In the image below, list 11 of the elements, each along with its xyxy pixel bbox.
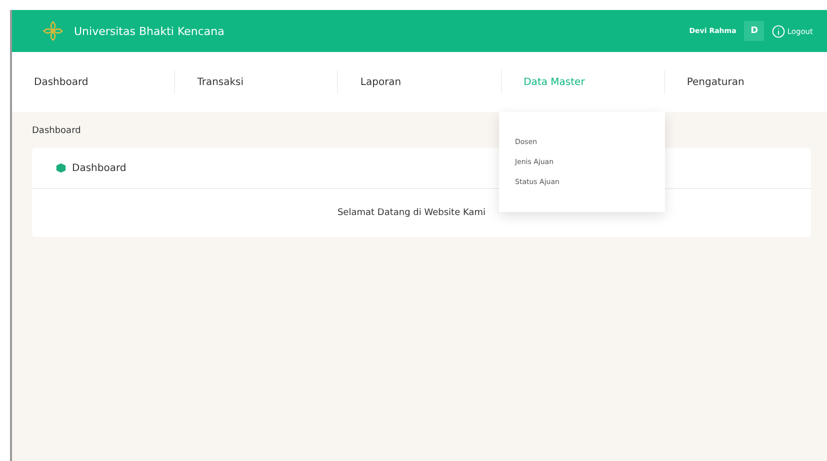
cube-icon — [56, 163, 66, 173]
site-title: Universitas Bhakti Kencana — [74, 24, 224, 38]
nav-tab[interactable]: Dashboard — [34, 76, 88, 88]
breadcrumb: Dashboard — [32, 126, 82, 136]
flower-logo-icon — [42, 20, 64, 42]
nav-tab[interactable]: Transaksi — [197, 76, 244, 88]
nav-tab[interactable]: Pengaturan — [686, 76, 744, 88]
info-icon — [772, 24, 786, 38]
card-title: Dashboard — [72, 162, 126, 174]
nav-tab[interactable]: Laporan — [360, 76, 402, 88]
welcome-message: Selamat Datang di Website Kami — [337, 208, 486, 218]
